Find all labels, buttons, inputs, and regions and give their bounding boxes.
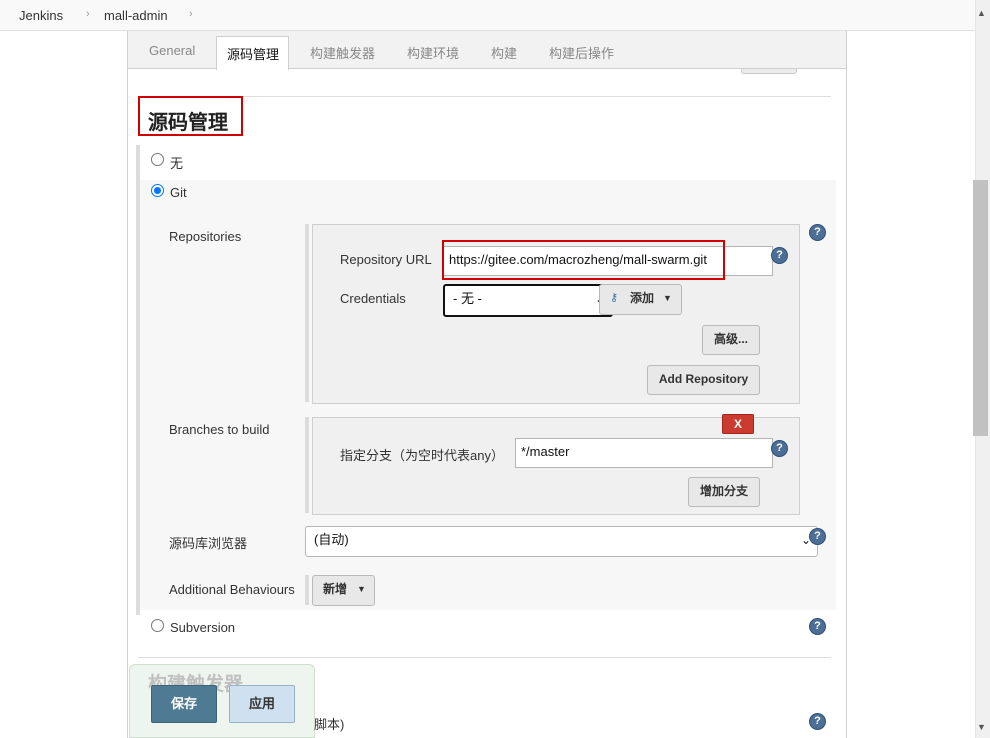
apply-button[interactable]: 应用 — [229, 685, 295, 723]
branches-rule — [305, 417, 309, 513]
additional-rule — [305, 575, 309, 605]
branches-label: Branches to build — [169, 422, 270, 437]
save-button[interactable]: 保存 — [151, 685, 217, 723]
add-credentials-label: 添加 — [630, 291, 655, 305]
caret-down-icon: ▼ — [663, 293, 672, 303]
repositories-rule — [305, 224, 309, 402]
tab-environment[interactable]: 构建环境 — [407, 43, 459, 62]
branch-spec-label: 指定分支（为空时代表any） — [340, 448, 504, 463]
repository-url-highlight — [442, 240, 725, 280]
question-mark-icon[interactable]: ? — [810, 619, 825, 634]
chevron-down-icon: ⌄ — [800, 533, 811, 547]
key-icon: ⚷ — [610, 292, 619, 304]
tab-scm-label: 源码管理 — [227, 47, 280, 62]
tab-build[interactable]: 构建 — [491, 43, 517, 62]
add-credentials-button[interactable]: ⚷ 添加 ▼ — [599, 284, 682, 315]
credentials-value: - 无 - — [453, 291, 482, 306]
scm-subversion-radio[interactable] — [151, 619, 164, 632]
credentials-select[interactable]: - 无 - ⌄ — [443, 284, 613, 317]
add-branch-button[interactable]: 增加分支 — [688, 477, 760, 507]
section-title-highlight: 源码管理 — [138, 96, 243, 136]
chevron-right-icon: › — [189, 8, 193, 20]
tab-scm[interactable]: 源码管理 — [216, 36, 289, 70]
previous-section-button[interactable] — [741, 69, 797, 74]
branch-spec-input[interactable]: */master — [515, 438, 773, 468]
breadcrumb: Jenkins › mall-admin › — [0, 0, 975, 31]
credentials-label: Credentials — [340, 291, 406, 306]
add-behaviour-label: 新增 — [323, 582, 348, 596]
question-mark-icon[interactable]: ? — [810, 529, 825, 544]
repository-url-label: Repository URL — [340, 252, 432, 267]
tab-general[interactable]: General — [149, 43, 195, 58]
scm-none-radio[interactable] — [151, 153, 164, 166]
breadcrumb-job[interactable]: mall-admin — [104, 8, 168, 23]
tab-triggers[interactable]: 构建触发器 — [310, 43, 375, 62]
scm-none-label: 无 — [170, 156, 184, 171]
add-repository-button[interactable]: Add Repository — [647, 365, 760, 395]
repository-browser-label: 源码库浏览器 — [169, 536, 248, 551]
question-mark-icon[interactable]: ? — [772, 441, 787, 456]
delete-branch-button[interactable]: X — [722, 414, 754, 434]
caret-down-icon: ▼ — [357, 584, 366, 594]
repositories-label: Repositories — [169, 229, 242, 244]
scm-subversion-label: Subversion — [170, 620, 236, 635]
scroll-up-icon[interactable]: ▲ — [977, 8, 986, 18]
breadcrumb-jenkins[interactable]: Jenkins — [19, 8, 63, 23]
question-mark-icon[interactable]: ? — [810, 225, 825, 240]
add-behaviour-button[interactable]: 新增 ▼ — [312, 575, 375, 606]
question-mark-icon[interactable]: ? — [772, 248, 787, 263]
git-option-row — [140, 180, 836, 216]
additional-behaviours-label: Additional Behaviours — [169, 582, 295, 597]
advanced-button[interactable]: 高级... — [702, 325, 760, 355]
scm-git-radio[interactable] — [151, 184, 164, 197]
scm-git-label: Git — [170, 185, 187, 200]
section-title: 源码管理 — [148, 112, 228, 134]
repository-browser-value: (自动) — [314, 532, 349, 547]
divider — [138, 657, 831, 658]
tab-post-build[interactable]: 构建后操作 — [549, 43, 614, 62]
repository-browser-select[interactable]: (自动) ⌄ — [305, 526, 818, 557]
triggers-partial-text: 脚本) — [314, 717, 345, 732]
question-mark-icon[interactable]: ? — [810, 714, 825, 729]
scroll-down-icon[interactable]: ▼ — [977, 722, 986, 732]
scrollbar-thumb[interactable] — [973, 180, 988, 436]
chevron-right-icon: › — [86, 8, 90, 20]
